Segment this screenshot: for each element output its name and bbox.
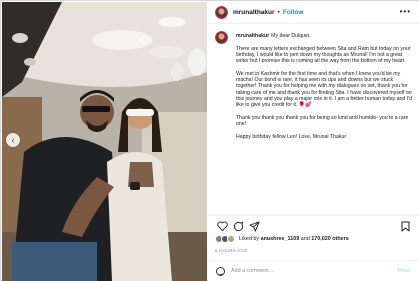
liker-username[interactable]: anushree_1109 <box>261 236 300 242</box>
post-modal: ‹ mrunalthakur • Follow ••• mrunalthakur… <box>0 0 419 281</box>
post-details-panel: mrunalthakur • Follow ••• mrunalthakur My… <box>208 2 419 281</box>
caption-paragraph-2: There are many letters exchanged between… <box>236 45 411 65</box>
post-header: mrunalthakur • Follow ••• <box>208 2 419 24</box>
caption-section: mrunalthakur My dear Dulquer, There are m… <box>215 29 415 213</box>
post-timestamp: 6 HOURS AGO <box>215 248 248 253</box>
chevron-left-icon: ‹ <box>11 135 15 145</box>
avatar[interactable] <box>215 6 228 19</box>
post-image <box>2 2 207 281</box>
comment-icon[interactable] <box>232 220 244 232</box>
likes-text: Liked by anushree_1109 and 170,020 other… <box>239 236 349 242</box>
caption-avatar[interactable] <box>215 31 228 44</box>
likes-summary[interactable]: Liked by anushree_1109 and 170,020 other… <box>215 235 349 243</box>
more-horizontal-icon[interactable]: ••• <box>400 7 411 16</box>
caption-username[interactable]: mrunalthakur <box>236 33 269 39</box>
likes-count[interactable]: 170,020 others <box>311 236 348 242</box>
caption-paragraph-1: My dear Dulquer, <box>271 33 311 39</box>
likes-middle: and <box>299 236 312 242</box>
liker-avatar <box>227 235 235 243</box>
comment-input[interactable] <box>231 268 381 274</box>
likes-prefix: Liked by <box>239 236 261 242</box>
caption-paragraph-3: We met in Kashmir for the first time and… <box>236 70 413 109</box>
comment-bar: Post <box>208 260 419 281</box>
post-comment-button[interactable]: Post <box>398 268 410 274</box>
share-icon[interactable] <box>248 220 260 232</box>
action-bar <box>208 215 419 233</box>
bookmark-icon[interactable] <box>399 220 411 232</box>
username-link[interactable]: mrunalthakur <box>233 9 275 16</box>
separator-dot: • <box>277 9 280 16</box>
caption-paragraph-5: Happy birthday fellow Leo! Love, Mrunal … <box>236 133 348 140</box>
caption-text: mrunalthakur My dear Dulquer, There are m… <box>236 33 414 146</box>
previous-photo-button[interactable]: ‹ <box>6 133 20 147</box>
caption-paragraph-4: Thank you thank you thank you for being … <box>236 114 409 128</box>
post-photo[interactable]: ‹ <box>2 2 207 281</box>
emoji-icon[interactable] <box>216 266 225 276</box>
heart-icon[interactable] <box>216 220 228 232</box>
follow-button[interactable]: Follow <box>283 9 304 16</box>
